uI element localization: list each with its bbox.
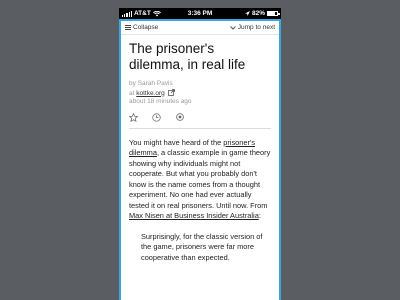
clock-icon[interactable] — [152, 112, 161, 122]
byline: by Sarah Pavis — [129, 80, 173, 87]
blockquote: Surprisingly, for the classic version of… — [141, 231, 263, 262]
reader-screen: Collapse Jump to next The prisoner's dil… — [119, 19, 281, 300]
source-link[interactable]: kottke.org — [136, 90, 165, 97]
collapse-button[interactable]: Collapse — [125, 24, 158, 31]
source-prefix: at — [129, 89, 135, 97]
star-icon[interactable] — [129, 112, 138, 122]
chevron-down-icon — [229, 25, 236, 30]
jump-label: Jump to next — [237, 24, 275, 31]
article-body: You might have heard of the prisoner's d… — [129, 137, 271, 221]
location-icon — [244, 10, 250, 16]
battery-level — [268, 12, 276, 15]
collapse-label: Collapse — [133, 24, 159, 31]
article-meta: by Sarah Pavis at kottke.org about 18 mi… — [129, 80, 271, 107]
article: The prisoner's dilemma, in real life by … — [121, 35, 279, 263]
max-nisen-link[interactable]: Max Nisen at Business Insider Australia — [129, 211, 259, 220]
reader-toolbar: Collapse Jump to next — [121, 21, 279, 35]
status-bar: AT&T 3:36 PM 82% — [119, 8, 281, 19]
hamburger-icon — [125, 25, 131, 30]
eye-icon[interactable] — [175, 113, 185, 121]
phone-frame: AT&T 3:36 PM 82% Collapse Jump to next T… — [119, 8, 281, 300]
battery-percent: 82% — [251, 10, 265, 17]
battery-icon — [267, 11, 280, 16]
article-actions — [129, 112, 271, 129]
article-title: The prisoner's dilemma, in real life — [129, 41, 246, 72]
jump-to-next-button[interactable]: Jump to next — [229, 24, 275, 31]
timestamp: about 18 minutes ago — [129, 98, 192, 105]
external-link-icon[interactable] — [167, 88, 175, 96]
